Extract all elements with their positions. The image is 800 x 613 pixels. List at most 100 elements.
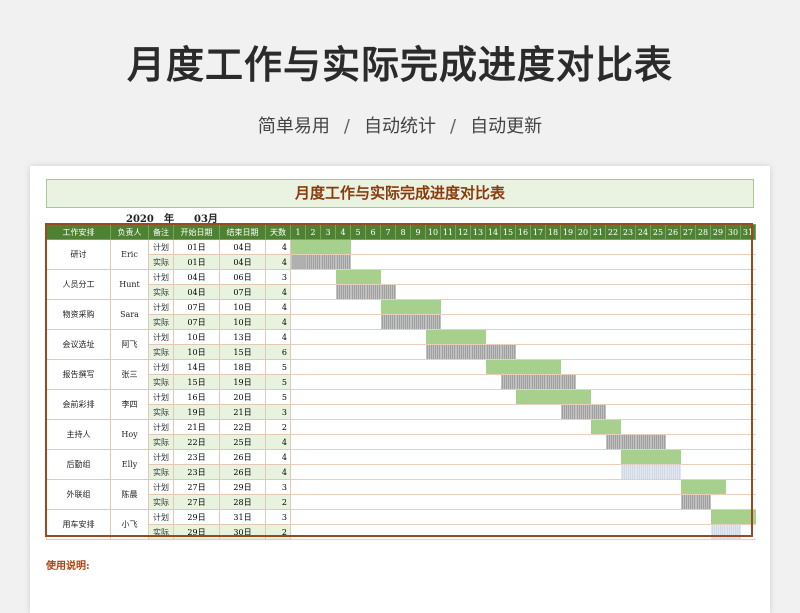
start-date[interactable]: 14日 xyxy=(173,359,220,375)
end-date[interactable]: 15日 xyxy=(219,344,266,360)
start-date[interactable]: 10日 xyxy=(173,344,220,360)
month-value[interactable]: 03月 xyxy=(194,210,218,225)
duration-days[interactable]: 4 xyxy=(265,329,291,345)
end-date[interactable]: 20日 xyxy=(219,389,266,405)
start-date[interactable]: 23日 xyxy=(173,449,220,465)
task-name[interactable]: 会前彩排 xyxy=(46,389,111,420)
day-cell xyxy=(455,254,471,270)
duration-days[interactable]: 4 xyxy=(265,254,291,270)
task-name[interactable]: 研讨 xyxy=(46,239,111,270)
start-date[interactable]: 07日 xyxy=(173,299,220,315)
start-date[interactable]: 01日 xyxy=(173,239,220,255)
day-cell xyxy=(470,449,486,465)
date-line: 2020 年 03月 xyxy=(126,210,218,225)
end-date[interactable]: 31日 xyxy=(219,509,266,525)
task-owner[interactable]: 李四 xyxy=(110,389,149,420)
duration-days[interactable]: 5 xyxy=(265,374,291,390)
end-date[interactable]: 06日 xyxy=(219,269,266,285)
duration-days[interactable]: 3 xyxy=(265,269,291,285)
end-date[interactable]: 26日 xyxy=(219,464,266,480)
start-date[interactable]: 29日 xyxy=(173,509,220,525)
start-date[interactable]: 07日 xyxy=(173,314,220,330)
end-date[interactable]: 10日 xyxy=(219,299,266,315)
duration-days[interactable]: 4 xyxy=(265,449,291,465)
duration-days[interactable]: 5 xyxy=(265,359,291,375)
task-owner[interactable]: Hunt xyxy=(110,269,149,300)
duration-days[interactable]: 6 xyxy=(265,344,291,360)
task-owner[interactable]: 小飞 xyxy=(110,509,149,540)
duration-days[interactable]: 4 xyxy=(265,239,291,255)
duration-days[interactable]: 4 xyxy=(265,314,291,330)
day-cell xyxy=(605,329,621,345)
task-owner[interactable]: 张三 xyxy=(110,359,149,390)
duration-days[interactable]: 4 xyxy=(265,464,291,480)
start-date[interactable]: 23日 xyxy=(173,464,220,480)
actual-label: 实际 xyxy=(148,254,174,270)
duration-days[interactable]: 4 xyxy=(265,284,291,300)
end-date[interactable]: 04日 xyxy=(219,254,266,270)
end-date[interactable]: 30日 xyxy=(219,524,266,540)
start-date[interactable]: 15日 xyxy=(173,374,220,390)
task-owner[interactable]: Sara xyxy=(110,299,149,330)
task-name[interactable]: 会议选址 xyxy=(46,329,111,360)
duration-days[interactable]: 2 xyxy=(265,494,291,510)
day-cell xyxy=(470,269,486,285)
end-date[interactable]: 19日 xyxy=(219,374,266,390)
start-date[interactable]: 21日 xyxy=(173,419,220,435)
end-date[interactable]: 28日 xyxy=(219,494,266,510)
end-date[interactable]: 13日 xyxy=(219,329,266,345)
start-date[interactable]: 04日 xyxy=(173,284,220,300)
start-date[interactable]: 10日 xyxy=(173,329,220,345)
end-date[interactable]: 21日 xyxy=(219,404,266,420)
day-cell xyxy=(545,524,561,540)
duration-days[interactable]: 5 xyxy=(265,389,291,405)
end-date[interactable]: 29日 xyxy=(219,479,266,495)
day-cell xyxy=(575,359,591,375)
task-name[interactable]: 报告撰写 xyxy=(46,359,111,390)
day-cell xyxy=(335,494,351,510)
plan-row: 外联组 陈晨 计划 27日 29日 3 xyxy=(46,479,756,510)
task-owner[interactable]: 阿飞 xyxy=(110,329,149,360)
end-date[interactable]: 25日 xyxy=(219,434,266,450)
end-date[interactable]: 04日 xyxy=(219,239,266,255)
start-date[interactable]: 27日 xyxy=(173,494,220,510)
task-owner[interactable]: Eric xyxy=(110,239,149,270)
day-cell xyxy=(695,404,711,420)
start-date[interactable]: 04日 xyxy=(173,269,220,285)
duration-days[interactable]: 2 xyxy=(265,419,291,435)
task-name[interactable]: 用车安排 xyxy=(46,509,111,540)
duration-days[interactable]: 2 xyxy=(265,524,291,540)
end-date[interactable]: 26日 xyxy=(219,449,266,465)
end-date[interactable]: 22日 xyxy=(219,419,266,435)
duration-days[interactable]: 3 xyxy=(265,479,291,495)
task-name[interactable]: 人员分工 xyxy=(46,269,111,300)
task-name[interactable]: 外联组 xyxy=(46,479,111,510)
task-owner[interactable]: Hoy xyxy=(110,419,149,450)
day-cell xyxy=(695,449,711,465)
day-cell xyxy=(635,524,651,540)
start-date[interactable]: 01日 xyxy=(173,254,220,270)
task-owner[interactable]: 陈晨 xyxy=(110,479,149,510)
task-name[interactable]: 主持人 xyxy=(46,419,111,450)
day-cell xyxy=(335,374,351,390)
duration-days[interactable]: 3 xyxy=(265,509,291,525)
end-date[interactable]: 18日 xyxy=(219,359,266,375)
start-date[interactable]: 19日 xyxy=(173,404,220,420)
duration-days[interactable]: 4 xyxy=(265,434,291,450)
task-owner[interactable]: Elly xyxy=(110,449,149,480)
duration-days[interactable]: 3 xyxy=(265,404,291,420)
task-name[interactable]: 后勤组 xyxy=(46,449,111,480)
day-cell xyxy=(650,509,666,525)
duration-days[interactable]: 4 xyxy=(265,299,291,315)
start-date[interactable]: 27日 xyxy=(173,479,220,495)
end-date[interactable]: 10日 xyxy=(219,314,266,330)
day-cell xyxy=(335,479,351,495)
task-name[interactable]: 物资采购 xyxy=(46,299,111,330)
day-cell xyxy=(575,239,591,255)
end-date[interactable]: 07日 xyxy=(219,284,266,300)
day-cell xyxy=(410,359,426,375)
col-task: 工作安排 xyxy=(46,224,111,240)
start-date[interactable]: 29日 xyxy=(173,524,220,540)
start-date[interactable]: 22日 xyxy=(173,434,220,450)
start-date[interactable]: 16日 xyxy=(173,389,220,405)
